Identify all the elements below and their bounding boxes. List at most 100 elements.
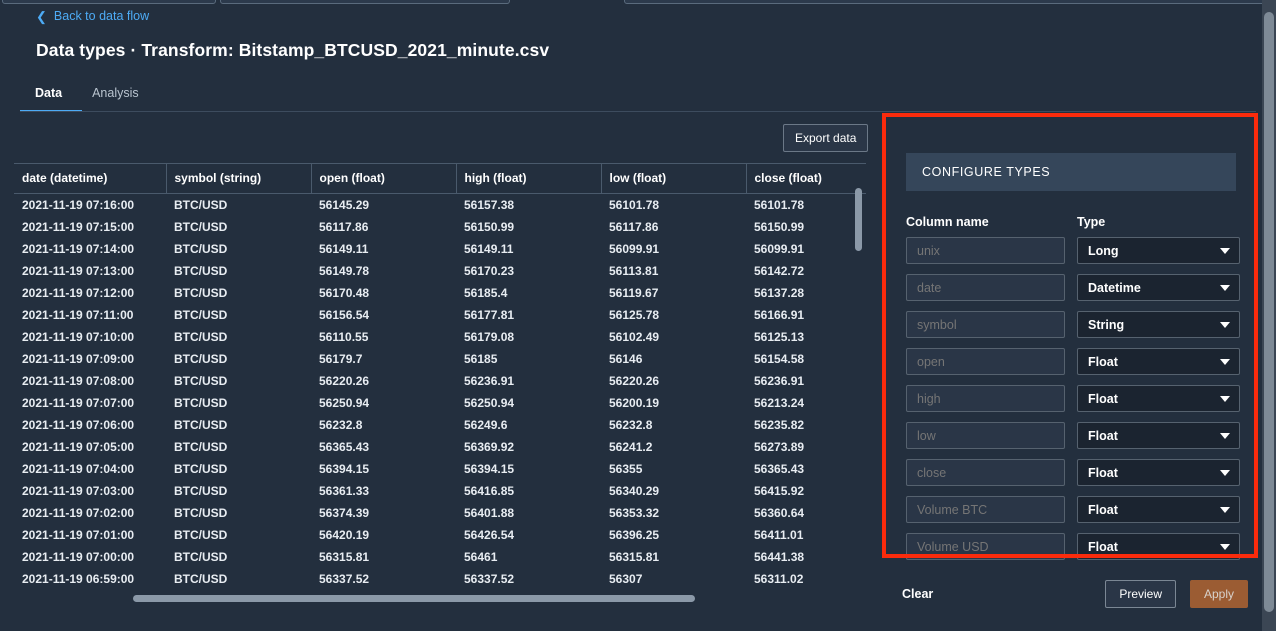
data-table-container: date (datetime) symbol (string) open (fl… [14,163,866,601]
table-cell: 56149.11 [456,238,601,260]
table-row[interactable]: 2021-11-19 07:02:00BTC/USD56374.3956401.… [14,502,866,524]
table-cell: BTC/USD [166,326,311,348]
table-row[interactable]: 2021-11-19 07:10:00BTC/USD56110.5556179.… [14,326,866,348]
configure-types-rows: Long Datetime String Float Float Float Float Fl… [906,237,1242,570]
configure-types-panel: CONFIGURE TYPES Column name Type LongDat… [886,117,1254,602]
table-vertical-scrollbar[interactable] [855,188,862,251]
column-name-input[interactable] [906,274,1065,301]
table-cell: 2021-11-19 07:05:00 [14,436,166,458]
configure-type-row: Long [906,237,1242,264]
table-row[interactable]: 2021-11-19 07:12:00BTC/USD56170.4856185.… [14,282,866,304]
column-header-high[interactable]: high (float) [456,164,601,194]
column-header-open[interactable]: open (float) [311,164,456,194]
column-header-date[interactable]: date (datetime) [14,164,166,194]
type-dropdown[interactable]: String [1077,311,1240,338]
table-cell: 56340.29 [601,480,746,502]
column-name-input[interactable] [906,237,1065,264]
export-data-button[interactable]: Export data [783,124,868,152]
table-cell: 2021-11-19 07:14:00 [14,238,166,260]
table-cell: 56394.15 [456,458,601,480]
table-cell: 56401.88 [456,502,601,524]
table-row[interactable]: 2021-11-19 07:16:00BTC/USD56145.2956157.… [14,194,866,217]
configure-type-row: String [906,311,1242,338]
table-cell: 56150.99 [746,216,866,238]
table-row[interactable]: 2021-11-19 07:08:00BTC/USD56220.2656236.… [14,370,866,392]
column-header-symbol[interactable]: symbol (string) [166,164,311,194]
table-row[interactable]: 2021-11-19 07:14:00BTC/USD56149.1156149.… [14,238,866,260]
type-dropdown-value: String [1088,318,1124,332]
column-name-input[interactable] [906,496,1065,523]
table-row[interactable]: 2021-11-19 07:05:00BTC/USD56365.4356369.… [14,436,866,458]
table-row[interactable]: 2021-11-19 07:04:00BTC/USD56394.1556394.… [14,458,866,480]
tab-analysis[interactable]: Analysis [77,86,154,110]
table-cell: 56146 [601,348,746,370]
type-dropdown-value: Float [1088,392,1118,406]
panel-footer-bar: Clear Preview Apply [886,570,1254,618]
table-cell: 56241.2 [601,436,746,458]
chrome-fragment-3 [624,0,1274,4]
table-cell: 56236.91 [746,370,866,392]
table-cell: 56416.85 [456,480,601,502]
table-cell: 56220.26 [311,370,456,392]
table-row[interactable]: 2021-11-19 07:09:00BTC/USD56179.75618556… [14,348,866,370]
table-cell: 56125.13 [746,326,866,348]
column-name-input[interactable] [906,348,1065,375]
type-dropdown[interactable]: Long [1077,237,1240,264]
table-cell: 56249.6 [456,414,601,436]
table-cell: 56102.49 [601,326,746,348]
table-cell: BTC/USD [166,216,311,238]
table-row[interactable]: 2021-11-19 07:03:00BTC/USD56361.3356416.… [14,480,866,502]
table-cell: 2021-11-19 07:13:00 [14,260,166,282]
column-name-input[interactable] [906,385,1065,412]
table-row[interactable]: 2021-11-19 07:15:00BTC/USD56117.8656150.… [14,216,866,238]
type-dropdown[interactable]: Float [1077,533,1240,560]
table-cell: 56369.92 [456,436,601,458]
column-name-input[interactable] [906,422,1065,449]
page-scrollbar-thumb[interactable] [1264,12,1274,612]
table-row[interactable]: 2021-11-19 06:59:00BTC/USD56337.5256337.… [14,568,866,590]
table-cell: 2021-11-19 07:16:00 [14,194,166,217]
column-name-input[interactable] [906,459,1065,486]
table-cell: 56145.29 [311,194,456,217]
table-row[interactable]: 2021-11-19 07:13:00BTC/USD56149.7856170.… [14,260,866,282]
preview-button[interactable]: Preview [1105,580,1176,608]
type-dropdown-value: Float [1088,429,1118,443]
table-horizontal-scrollbar[interactable] [133,595,695,602]
column-header-low[interactable]: low (float) [601,164,746,194]
table-cell: BTC/USD [166,194,311,217]
table-body: 2021-11-19 07:16:00BTC/USD56145.2956157.… [14,194,866,591]
table-cell: 56337.52 [456,568,601,590]
type-dropdown[interactable]: Float [1077,496,1240,523]
table-cell: 56232.8 [601,414,746,436]
type-dropdown-value: Long [1088,244,1119,258]
table-row[interactable]: 2021-11-19 07:01:00BTC/USD56420.1956426.… [14,524,866,546]
table-row[interactable]: 2021-11-19 07:00:00BTC/USD56315.81564615… [14,546,866,568]
table-row[interactable]: 2021-11-19 07:11:00BTC/USD56156.5456177.… [14,304,866,326]
type-dropdown[interactable]: Float [1077,422,1240,449]
column-name-input[interactable] [906,311,1065,338]
table-cell: 2021-11-19 07:07:00 [14,392,166,414]
clear-button[interactable]: Clear [902,587,933,601]
type-dropdown[interactable]: Float [1077,459,1240,486]
configure-type-row: Float [906,533,1242,560]
type-dropdown[interactable]: Datetime [1077,274,1240,301]
table-cell: 56307 [601,568,746,590]
table-cell: BTC/USD [166,568,311,590]
table-cell: 56273.89 [746,436,866,458]
table-row[interactable]: 2021-11-19 07:07:00BTC/USD56250.9456250.… [14,392,866,414]
apply-button[interactable]: Apply [1190,580,1248,608]
table-row[interactable]: 2021-11-19 07:06:00BTC/USD56232.856249.6… [14,414,866,436]
type-dropdown[interactable]: Float [1077,385,1240,412]
type-dropdown[interactable]: Float [1077,348,1240,375]
back-link-label: Back to data flow [54,9,149,23]
back-to-data-flow-link[interactable]: ❮ Back to data flow [36,9,149,23]
table-cell: 56154.58 [746,348,866,370]
configure-type-row: Datetime [906,274,1242,301]
page-scrollbar-track[interactable] [1262,0,1276,631]
column-name-input[interactable] [906,533,1065,560]
table-cell: 56185.4 [456,282,601,304]
table-cell: 56426.54 [456,524,601,546]
column-header-close[interactable]: close (float) [746,164,866,194]
tab-data[interactable]: Data [20,86,77,110]
table-cell: 56101.78 [601,194,746,217]
